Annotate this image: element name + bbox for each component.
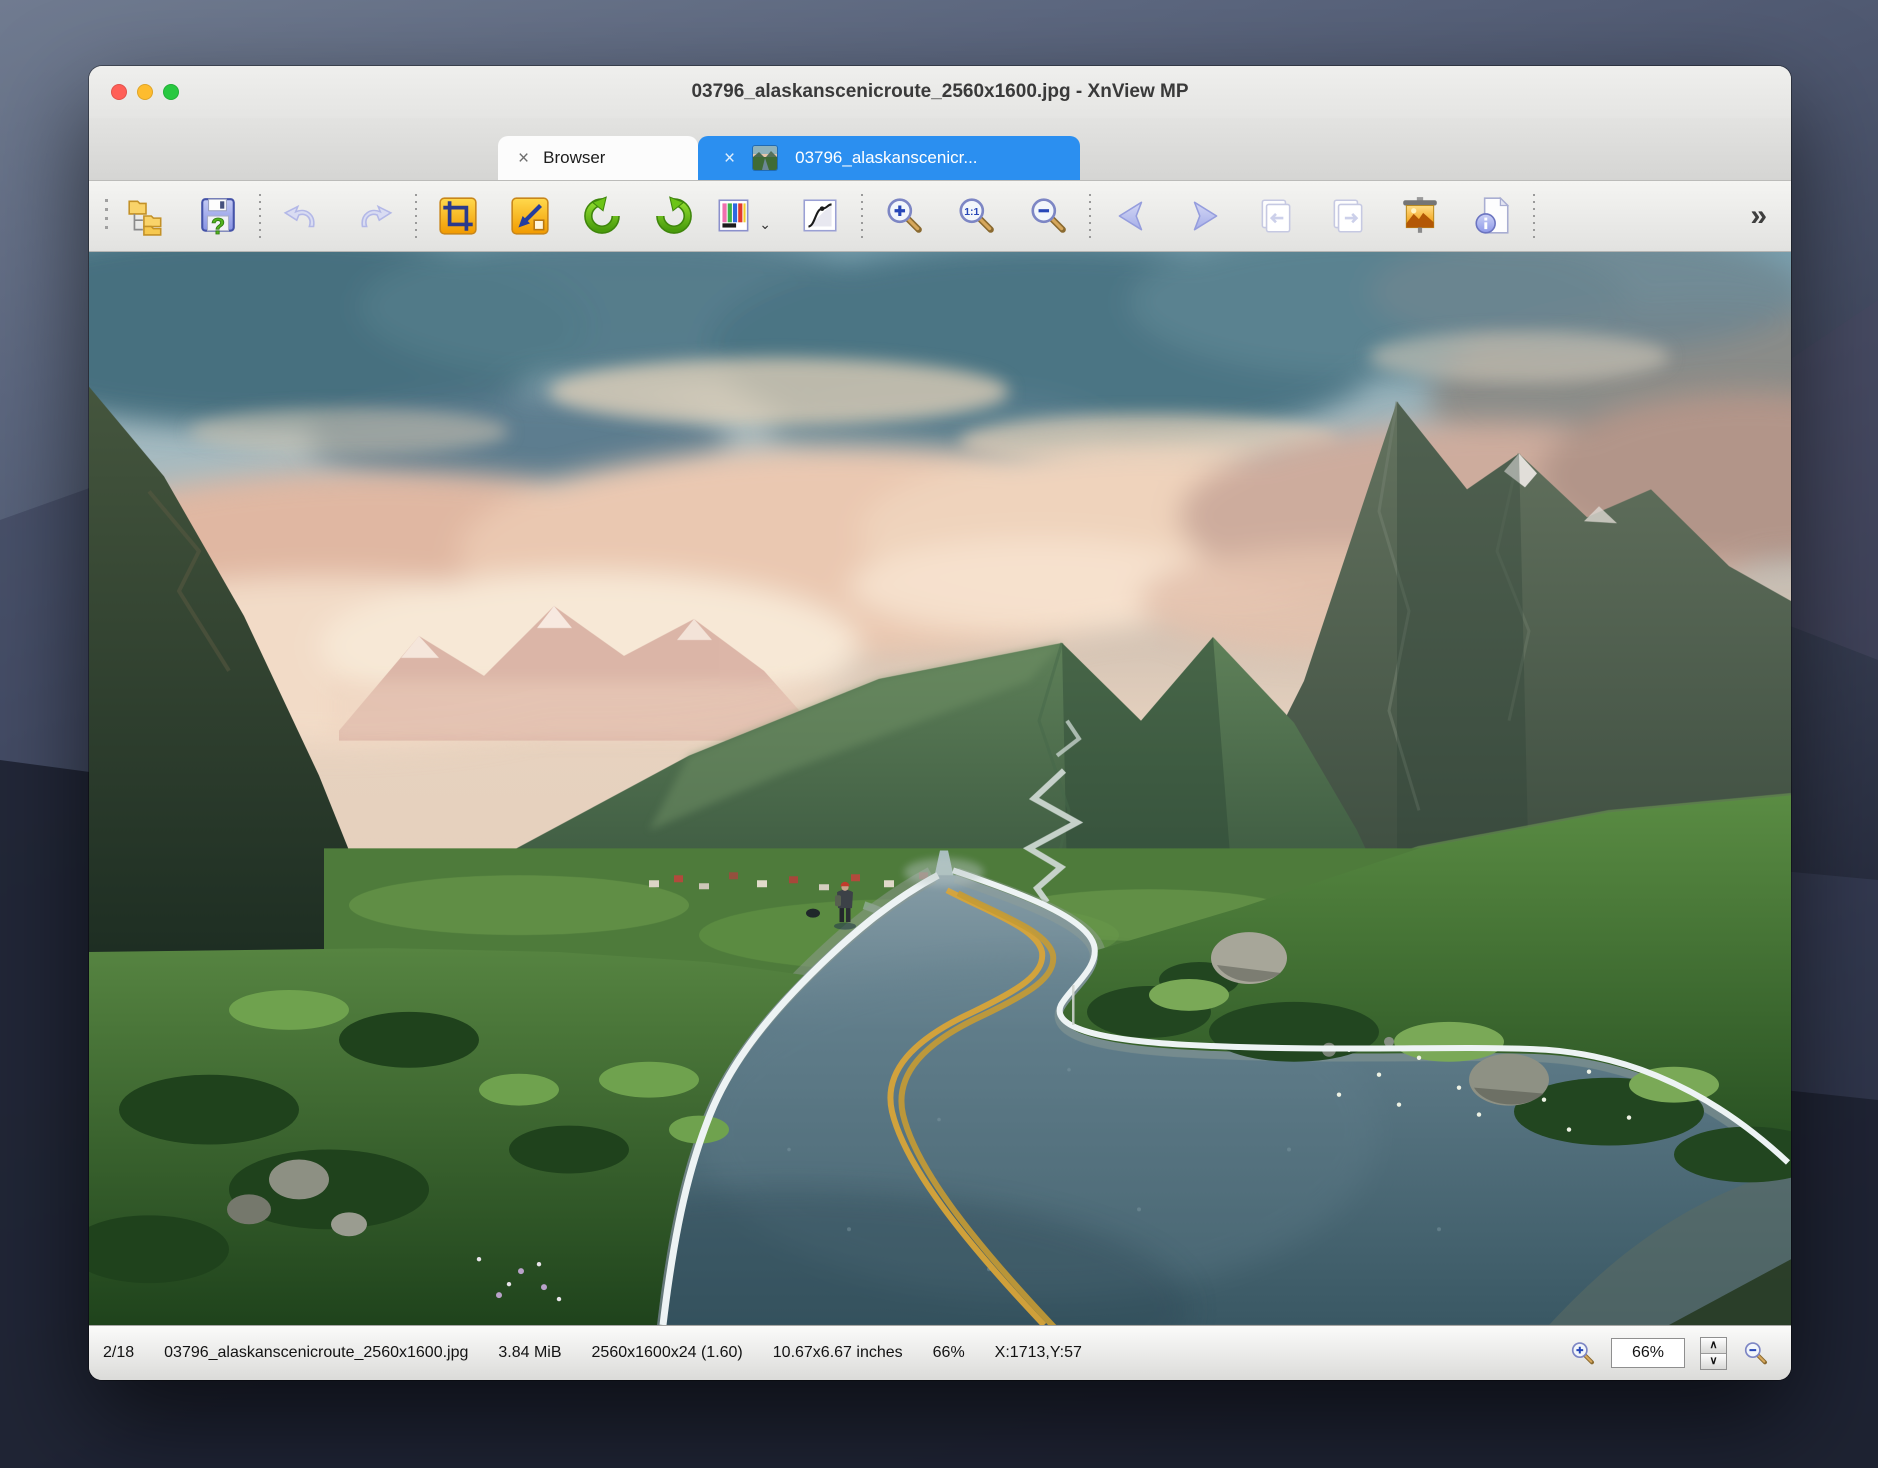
magnifier-1-1-icon: 1:1 — [955, 195, 997, 237]
tab-thumbnail-image — [753, 146, 777, 170]
image-viewer — [89, 252, 1791, 1325]
first-image-button[interactable] — [1253, 193, 1299, 239]
previous-image-button[interactable] — [1109, 193, 1155, 239]
magnifier-plus-icon — [1569, 1340, 1596, 1367]
rotate-cw-icon — [653, 195, 695, 237]
rotate-right-button[interactable] — [651, 193, 697, 239]
magnifier-minus-icon — [1742, 1340, 1769, 1367]
next-image-button[interactable] — [1181, 193, 1227, 239]
status-dimensions: 2560x1600x24 (1.60) — [592, 1344, 743, 1362]
color-bars-icon — [713, 195, 755, 237]
zoom-actual-size-button[interactable]: 1:1 — [953, 193, 999, 239]
status-page-position: 2/18 — [103, 1344, 134, 1362]
rotate-ccw-icon — [581, 195, 623, 237]
close-window-button[interactable] — [111, 84, 127, 100]
info-document-icon — [1471, 195, 1513, 237]
statusbar-zoom-in-button[interactable] — [1569, 1340, 1596, 1367]
arrow-left-icon — [1111, 195, 1153, 237]
undo-button[interactable] — [279, 193, 325, 239]
undo-arrow-icon — [281, 195, 323, 237]
zoom-out-button[interactable] — [1025, 193, 1071, 239]
zoom-in-button[interactable] — [881, 193, 927, 239]
tab-image-active[interactable]: × 03796_alaskanscenicr... — [698, 136, 1080, 180]
zoom-spinner: ∧ ∨ — [1700, 1337, 1727, 1370]
last-image-icon — [1327, 195, 1369, 237]
magnifier-minus-icon — [1027, 195, 1069, 237]
zoom-percent-input[interactable]: 66% — [1611, 1338, 1685, 1368]
status-print-size: 10.67x6.67 inches — [773, 1344, 903, 1362]
window-title: 03796_alaskanscenicroute_2560x1600.jpg -… — [89, 66, 1791, 118]
redo-arrow-icon — [353, 195, 395, 237]
status-zoom-level: 66% — [933, 1344, 965, 1362]
chevron-down-icon[interactable]: ⌄ — [759, 217, 771, 231]
spinner-down-button[interactable]: ∨ — [1701, 1354, 1726, 1369]
xnview-window: 03796_alaskanscenicroute_2560x1600.jpg -… — [89, 66, 1791, 1380]
main-toolbar: ? — [89, 181, 1791, 252]
tab-image-label: 03796_alaskanscenicr... — [795, 148, 977, 168]
status-file-size: 3.84 MiB — [498, 1344, 561, 1362]
image-canvas[interactable] — [89, 252, 1791, 1325]
curves-icon — [799, 195, 841, 237]
status-bar: 2/18 03796_alaskanscenicroute_2560x1600.… — [89, 1325, 1791, 1380]
resize-icon — [509, 195, 551, 237]
tab-strip: × Browser × 03 — [89, 118, 1791, 181]
toolbar-drag-handle[interactable] — [103, 199, 109, 233]
rotate-left-button[interactable] — [579, 193, 625, 239]
resize-button[interactable] — [507, 193, 553, 239]
tab-browser-label: Browser — [543, 148, 605, 168]
curves-button[interactable] — [797, 193, 843, 239]
statusbar-zoom-out-button[interactable] — [1742, 1340, 1769, 1367]
toolbar-separator — [415, 194, 417, 238]
magnifier-plus-icon — [883, 195, 925, 237]
close-icon[interactable]: × — [724, 149, 735, 168]
save-button[interactable]: ? — [195, 193, 241, 239]
toolbar-separator — [259, 194, 261, 238]
minimize-window-button[interactable] — [137, 84, 153, 100]
redo-button[interactable] — [351, 193, 397, 239]
adjust-colors-button[interactable]: ⌄ — [711, 193, 757, 239]
zoom-window-button[interactable] — [163, 84, 179, 100]
status-cursor-position: X:1713,Y:57 — [995, 1344, 1082, 1362]
svg-text:?: ? — [211, 213, 225, 237]
arrow-right-icon — [1183, 195, 1225, 237]
zoom-ratio-label: 1:1 — [964, 206, 979, 218]
floppy-save-icon: ? — [197, 195, 239, 237]
spinner-up-button[interactable]: ∧ — [1701, 1338, 1726, 1354]
title-bar: 03796_alaskanscenicroute_2560x1600.jpg -… — [89, 66, 1791, 118]
slideshow-button[interactable] — [1397, 193, 1443, 239]
crop-icon — [437, 195, 479, 237]
slideshow-screen-icon — [1399, 195, 1441, 237]
tab-browser[interactable]: × Browser — [498, 136, 698, 180]
browser-button[interactable] — [123, 193, 169, 239]
info-button[interactable] — [1469, 193, 1515, 239]
status-filename: 03796_alaskanscenicroute_2560x1600.jpg — [164, 1344, 468, 1362]
toolbar-overflow-button[interactable]: » — [1750, 199, 1765, 233]
toolbar-separator — [861, 194, 863, 238]
desktop-wallpaper: 03796_alaskanscenicroute_2560x1600.jpg -… — [0, 0, 1878, 1468]
toolbar-separator — [1533, 194, 1535, 238]
last-image-button[interactable] — [1325, 193, 1371, 239]
toolbar-separator — [1089, 194, 1091, 238]
traffic-lights — [111, 84, 179, 100]
folders-tree-icon — [125, 195, 167, 237]
crop-button[interactable] — [435, 193, 481, 239]
first-image-icon — [1255, 195, 1297, 237]
close-icon[interactable]: × — [518, 149, 529, 168]
